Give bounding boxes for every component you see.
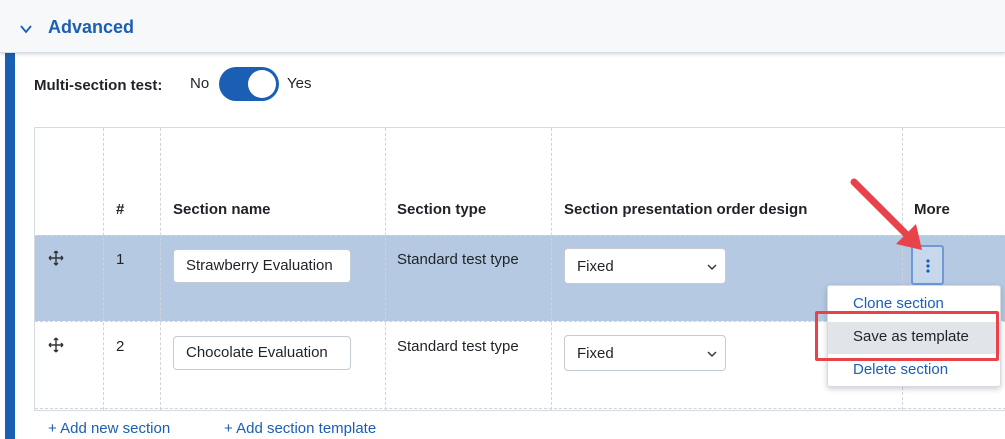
add-section-template-link[interactable]: + Add section template: [224, 420, 376, 437]
select-value: Fixed: [577, 345, 614, 362]
row-number: 1: [116, 251, 125, 268]
menu-item-delete-section[interactable]: Delete section: [853, 361, 948, 378]
section-name-input[interactable]: Chocolate Evaluation: [173, 336, 351, 370]
header-section-name: Section name: [173, 201, 271, 218]
toggle-off-label: No: [190, 75, 210, 92]
menu-item-clone-section[interactable]: Clone section: [853, 295, 944, 312]
row-divider: [35, 408, 1005, 409]
column-divider: [160, 128, 161, 410]
section-header[interactable]: Advanced: [0, 0, 1005, 53]
section-name-input[interactable]: Strawberry Evaluation: [173, 249, 351, 283]
header-section-type: Section type: [397, 201, 487, 218]
multi-section-label: Multi-section test:: [34, 77, 163, 94]
toggle-knob: [248, 70, 276, 98]
section-title[interactable]: Advanced: [48, 17, 134, 38]
section-type-text: Standard test type: [397, 251, 519, 268]
column-divider: [103, 128, 104, 410]
chevron-down-icon[interactable]: [19, 22, 33, 36]
move-icon[interactable]: [48, 337, 64, 353]
highlight-box: [815, 311, 999, 361]
header-number: #: [116, 201, 125, 218]
section-type-text: Standard test type: [397, 338, 519, 355]
chevron-down-icon: [707, 351, 717, 357]
column-divider: [385, 128, 386, 410]
row-number: 2: [116, 338, 125, 355]
section-accent-bar: [5, 52, 15, 439]
order-design-select[interactable]: Fixed: [564, 335, 726, 371]
pointer-arrow-annotation: [850, 178, 922, 250]
add-new-section-link[interactable]: + Add new section: [48, 420, 170, 437]
move-icon[interactable]: [48, 250, 64, 266]
chevron-down-icon: [707, 264, 717, 270]
multi-section-toggle[interactable]: [219, 67, 279, 101]
order-design-select[interactable]: Fixed: [564, 248, 726, 284]
vertical-dots-icon: [926, 259, 930, 273]
header-order-design: Section presentation order design: [564, 201, 808, 218]
toggle-on-label: Yes: [287, 75, 312, 92]
select-value: Fixed: [577, 258, 614, 275]
column-divider: [551, 128, 552, 410]
